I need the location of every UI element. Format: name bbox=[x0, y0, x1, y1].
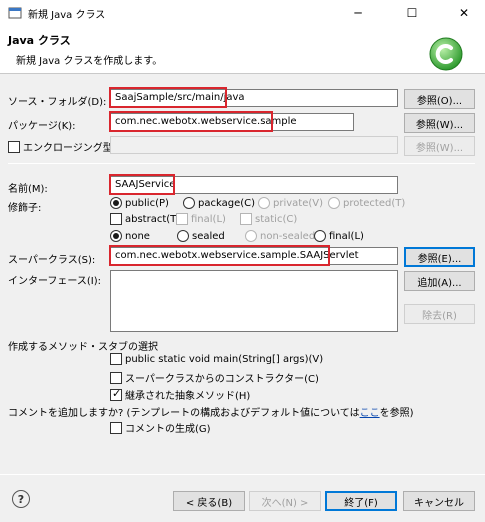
modifier-final-checkbox: final(L) bbox=[176, 213, 226, 225]
modifier-package-radio[interactable]: package(C) bbox=[183, 197, 255, 209]
back-button[interactable]: < 戻る(B) bbox=[173, 491, 245, 511]
new-class-wizard-icon bbox=[429, 37, 463, 71]
modifier-static-checkbox: static(C) bbox=[240, 213, 297, 225]
inherited-methods-checkbox[interactable]: 継承された抽象メソッド(H) bbox=[110, 387, 250, 402]
interfaces-list[interactable] bbox=[110, 270, 398, 332]
comments-question-suffix: を参照) bbox=[379, 408, 414, 419]
inheritance-sealed-radio[interactable]: sealed bbox=[177, 230, 225, 242]
add-interface-button[interactable]: 追加(A)... bbox=[404, 271, 475, 291]
minimize-button[interactable]: ─ bbox=[340, 0, 376, 26]
inherited-methods-label: 継承された抽象メソッド(H) bbox=[125, 391, 251, 402]
none-label: none bbox=[125, 230, 150, 242]
checkbox-box bbox=[240, 213, 252, 225]
eclipse-window-icon bbox=[8, 7, 22, 19]
final-label: final(L) bbox=[191, 213, 226, 225]
inheritance-non-sealed-radio: non-sealed bbox=[245, 230, 315, 242]
checkbox-box[interactable] bbox=[110, 371, 122, 384]
checkbox-box bbox=[176, 213, 188, 225]
modifiers-label: 修飾子: bbox=[8, 203, 42, 214]
sealed-label: sealed bbox=[192, 230, 225, 242]
separator bbox=[8, 163, 475, 164]
name-input[interactable]: SAAJService bbox=[110, 176, 398, 194]
radio-dot bbox=[258, 197, 270, 209]
radio-dot[interactable] bbox=[110, 197, 122, 209]
abstract-label: abstract(T) bbox=[125, 213, 181, 225]
radio-dot[interactable] bbox=[177, 230, 189, 242]
generate-comments-label: コメントの生成(G) bbox=[125, 424, 211, 435]
checkbox-box[interactable] bbox=[110, 213, 122, 225]
public-label: public(P) bbox=[125, 197, 169, 209]
superclass-input[interactable]: com.nec.webotx.webservice.sample.SAAJSer… bbox=[110, 247, 398, 265]
checkbox-box[interactable] bbox=[8, 140, 20, 153]
browse-enclosing-button: 参照(W)... bbox=[404, 136, 475, 156]
private-label: private(V) bbox=[273, 197, 323, 209]
radio-dot[interactable] bbox=[183, 197, 195, 209]
comments-question: コメントを追加しますか? (テンプレートの構成およびデフォルト値についてはここを… bbox=[8, 404, 414, 419]
package-label: package(C) bbox=[198, 197, 256, 209]
modifier-private-radio: private(V) bbox=[258, 197, 323, 209]
remove-interface-button: 除去(R) bbox=[404, 304, 475, 324]
protected-label: protected(T) bbox=[343, 197, 406, 209]
constructors-checkbox[interactable]: スーパークラスからのコンストラクター(C) bbox=[110, 370, 319, 385]
constructors-label: スーパークラスからのコンストラクター(C) bbox=[125, 374, 319, 385]
finish-button[interactable]: 終了(F) bbox=[325, 491, 397, 511]
help-icon[interactable]: ? bbox=[12, 490, 30, 508]
inheritance-final-radio[interactable]: final(L) bbox=[314, 230, 364, 242]
checkbox-box[interactable] bbox=[110, 387, 122, 401]
name-label: 名前(M): bbox=[8, 184, 48, 195]
non-sealed-label: non-sealed bbox=[260, 230, 316, 242]
browse-superclass-button[interactable]: 参照(E)... bbox=[404, 247, 475, 267]
static-label: static(C) bbox=[255, 213, 298, 225]
maximize-button[interactable]: ☐ bbox=[394, 0, 430, 26]
method-stubs-label: 作成するメソッド・スタブの選択 bbox=[8, 342, 158, 353]
package-input[interactable]: com.nec.webotx.webservice.sample bbox=[110, 113, 354, 131]
radio-dot bbox=[328, 197, 340, 209]
close-button[interactable]: ✕ bbox=[446, 0, 482, 26]
cancel-button[interactable]: キャンセル bbox=[403, 491, 475, 511]
main-method-label: public static void main(String[] args)(V… bbox=[125, 353, 324, 365]
comments-question-text: コメントを追加しますか? (テンプレートの構成およびデフォルト値については bbox=[8, 408, 360, 419]
checkbox-box[interactable] bbox=[110, 353, 122, 365]
modifier-public-radio[interactable]: public(P) bbox=[110, 197, 169, 209]
source-folder-label: ソース・フォルダ(D): bbox=[8, 97, 107, 108]
next-button: 次へ(N) > bbox=[249, 491, 321, 511]
interfaces-label: インターフェース(I): bbox=[8, 276, 102, 287]
radio-dot bbox=[245, 230, 257, 242]
enclosing-type-input bbox=[110, 136, 398, 154]
page-title: Java クラス bbox=[8, 34, 71, 47]
checkbox-box[interactable] bbox=[110, 421, 122, 434]
package-label: パッケージ(K): bbox=[8, 121, 76, 132]
radio-dot[interactable] bbox=[314, 230, 326, 242]
generate-comments-checkbox[interactable]: コメントの生成(G) bbox=[110, 420, 211, 435]
main-method-checkbox[interactable]: public static void main(String[] args)(V… bbox=[110, 353, 323, 365]
browse-source-folder-button[interactable]: 参照(O)... bbox=[404, 89, 475, 109]
footer-separator bbox=[0, 474, 485, 475]
radio-dot[interactable] bbox=[110, 230, 122, 242]
source-folder-input[interactable]: SaajSample/src/main/java bbox=[110, 89, 398, 107]
modifier-abstract-checkbox[interactable]: abstract(T) bbox=[110, 213, 180, 225]
superclass-label: スーパークラス(S): bbox=[8, 255, 96, 266]
inheritance-none-radio[interactable]: none bbox=[110, 230, 150, 242]
modifier-protected-radio: protected(T) bbox=[328, 197, 405, 209]
final-inheritance-label: final(L) bbox=[329, 230, 364, 242]
window-title: 新規 Java クラス bbox=[28, 10, 106, 21]
browse-package-button[interactable]: 参照(W)... bbox=[404, 113, 475, 133]
page-description: 新規 Java クラスを作成します。 bbox=[16, 56, 163, 67]
preferences-link[interactable]: ここ bbox=[360, 408, 380, 419]
